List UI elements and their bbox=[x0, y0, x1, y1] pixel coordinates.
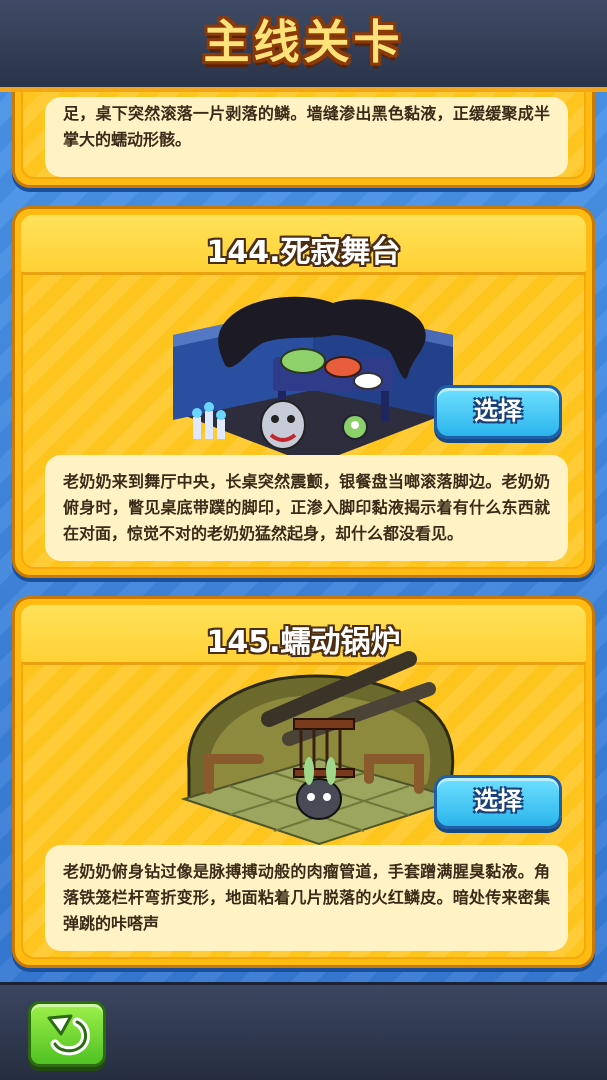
page-title: 主线关卡 bbox=[203, 15, 404, 69]
level-title-bar: 144.死寂舞台 bbox=[21, 215, 586, 275]
level-scene-dead-stage bbox=[173, 296, 453, 465]
level-description: 老奶奶俯身钻过像是脉搏搏动般的肉瘤管道，手套蹭满腥臭黏液。角落铁笼栏杆弯折变形，… bbox=[45, 845, 568, 951]
level-description: 足，桌下突然滚落一片剥落的鳞。墙缝渗出黑色黏液，正缓缓聚成半掌大的蠕动形骸。 bbox=[45, 97, 568, 177]
return-arrow-icon bbox=[47, 1014, 90, 1056]
header-bar: 主线关卡 bbox=[0, 0, 607, 92]
select-level-144-button[interactable]: 选择 bbox=[434, 385, 562, 439]
level-description: 老奶奶来到舞厅中央，长桌突然震颤，银餐盘当啷滚落脚边。老奶奶俯身时，瞥见桌底带蹼… bbox=[45, 455, 568, 561]
level-scene-writhing-boiler bbox=[180, 651, 463, 846]
back-button[interactable] bbox=[28, 1001, 106, 1067]
level-card-145: 145.蠕动锅炉 选择 老奶奶俯身钻过像是脉搏搏动般的肉瘤管道，手套蹭满腥臭黏液… bbox=[12, 596, 595, 968]
bottom-bar bbox=[0, 982, 607, 1080]
level-title: 144.死寂舞台 bbox=[206, 235, 401, 270]
select-level-145-button[interactable]: 选择 bbox=[434, 775, 562, 829]
level-card-144: 144.死寂舞台 选择 老奶奶来到舞厅中央，长桌突然震颤，银餐盘当啷滚落脚边。老… bbox=[12, 206, 595, 578]
